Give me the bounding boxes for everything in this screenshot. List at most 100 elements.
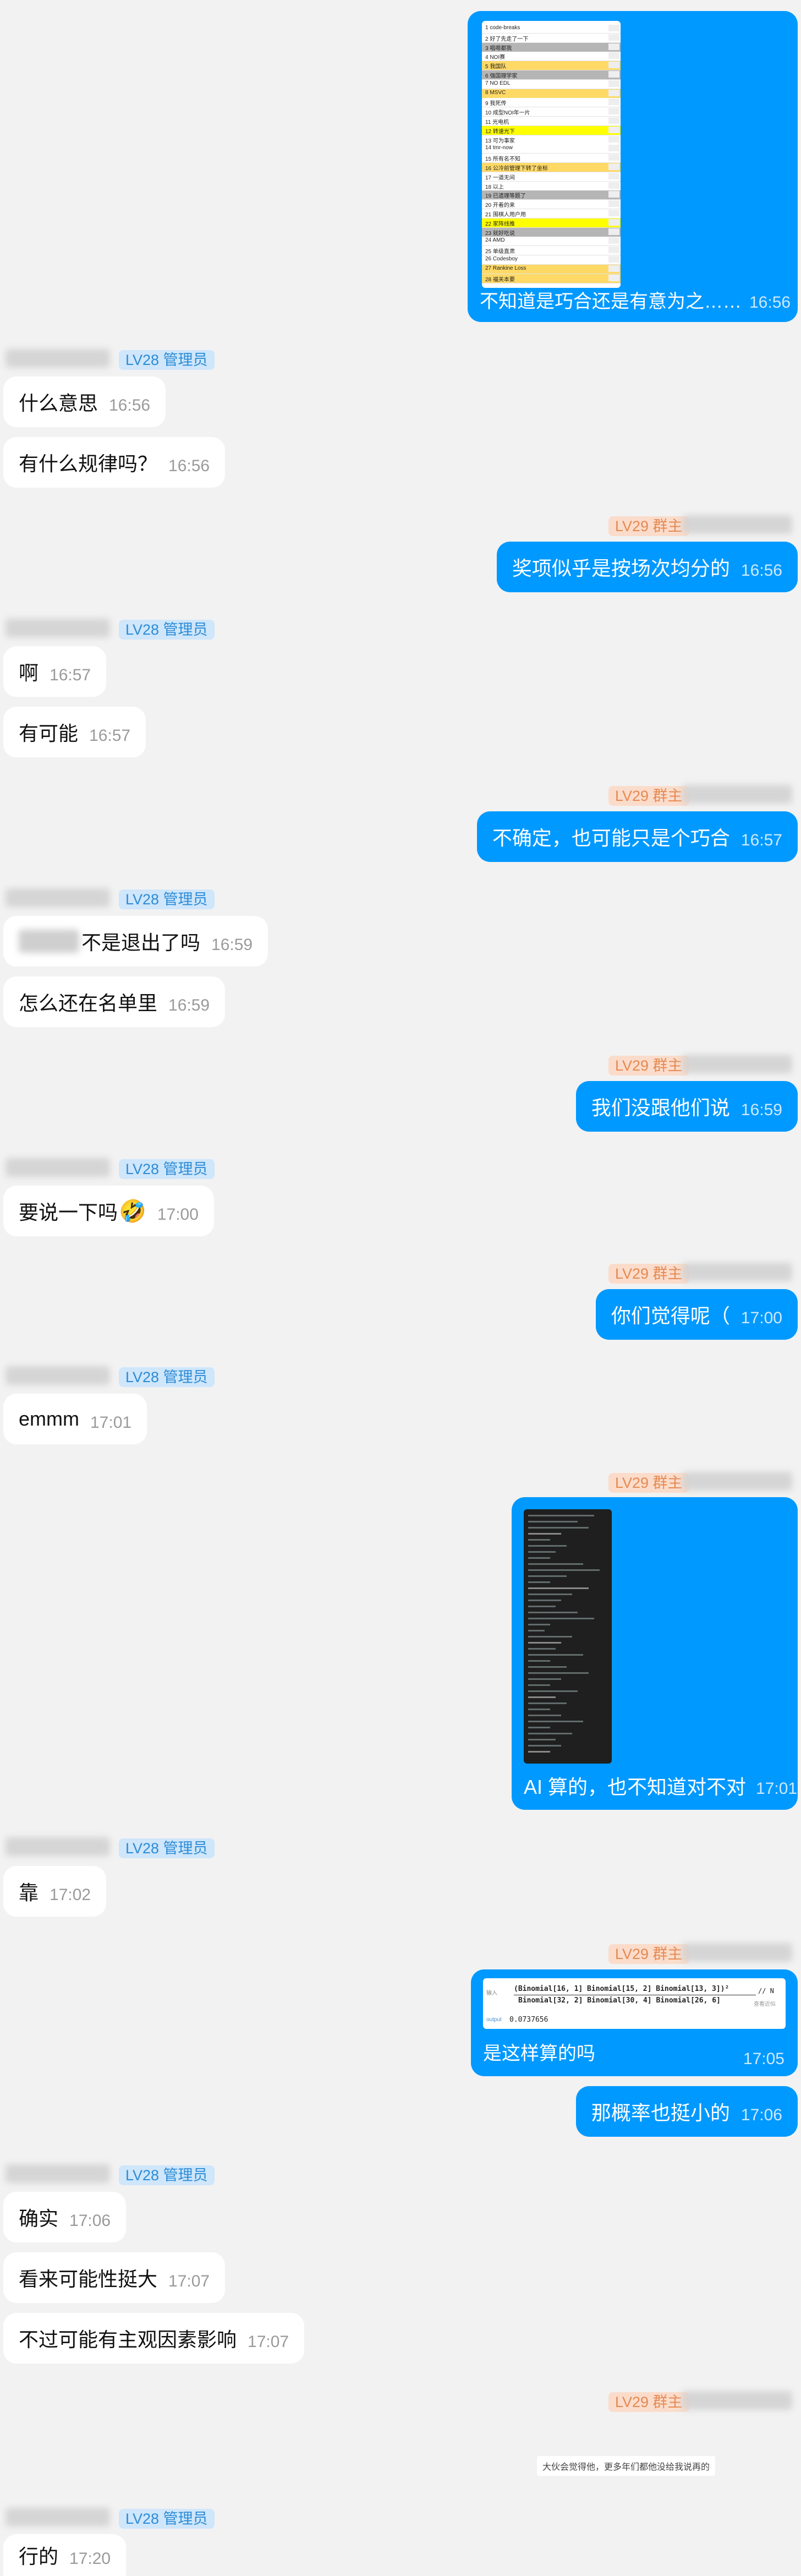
- spreadsheet-cell: 4 NOI赛: [485, 54, 506, 61]
- terminal-line: [528, 1521, 578, 1522]
- notice-text: 大伙会觉得他，更多年们都他没给我说再的: [542, 2463, 710, 2472]
- message-time: 17:01: [90, 1413, 132, 1432]
- terminal-line: [528, 1660, 550, 1662]
- message-time: 17:06: [740, 2106, 782, 2124]
- terminal-line: [528, 1533, 561, 1535]
- sender-name-blurred: [682, 2391, 792, 2410]
- terminal-line: [528, 1557, 550, 1559]
- role-badge-admin: LV28 管理员: [119, 620, 215, 640]
- notice-image[interactable]: 大伙会觉得他，更多年们都他没给我说再的: [537, 2456, 716, 2476]
- sender-name-blurred: [682, 1055, 792, 1073]
- message-bubble-out-image[interactable]: 输入 (Binomial[16, 1] Binomial[15, 2] Bino…: [471, 1969, 798, 2076]
- message-bubble-in[interactable]: 怎么还在名单里 16:59: [3, 976, 226, 1027]
- message-bubble-out-image[interactable]: AI 算的，也不知道对不对 17:01: [512, 1497, 798, 1810]
- message-bubble-in[interactable]: emmm 17:01: [3, 1394, 147, 1444]
- role-badge-admin: LV28 管理员: [119, 2165, 215, 2185]
- message-time: 16:56: [109, 396, 151, 414]
- role-badge-admin: LV28 管理员: [119, 1838, 215, 1858]
- terminal-line: [528, 1684, 550, 1686]
- role-badge-admin: LV28 管理员: [119, 2509, 215, 2529]
- message-bubble-in[interactable]: 不是退出了吗 16:59: [3, 916, 268, 967]
- spreadsheet-row: 5 我国队: [482, 61, 621, 71]
- message-bubble-out[interactable]: 你们觉得呢（ 17:00: [595, 1289, 798, 1340]
- spreadsheet-side-cell: [608, 108, 619, 115]
- sender-name-blurred: [6, 888, 110, 907]
- spreadsheet-cell: 10 成型NOI年一片: [485, 110, 530, 117]
- spreadsheet-row: 12 转速光下: [482, 125, 621, 135]
- terminal-line: [528, 1587, 589, 1589]
- sender-name-blurred: [6, 2164, 110, 2183]
- terminal-line: [528, 1666, 567, 1668]
- message-bubble-out[interactable]: 那概率也挺小的 17:06: [575, 2086, 798, 2137]
- message-bubble-in[interactable]: 有可能 16:57: [3, 707, 146, 757]
- terminal-line: [528, 1600, 561, 1601]
- spreadsheet-side-cell: [608, 80, 619, 87]
- terminal-line: [528, 1563, 583, 1565]
- spreadsheet-side-cell: [608, 99, 619, 106]
- formula-expr-line2: Binomial[32, 2] Binomial[30, 4] Binomial…: [518, 1996, 721, 2005]
- terminal-line: [528, 1715, 561, 1716]
- message-time: 16:56: [168, 457, 210, 475]
- spreadsheet-row: 17 一道无间: [482, 172, 621, 182]
- sender-name-blurred: [6, 2508, 110, 2526]
- spreadsheet-row: 15 所有名不知: [482, 154, 621, 163]
- ai-terminal-screenshot[interactable]: [524, 1509, 612, 1764]
- role-badge-owner: LV29 群主: [608, 516, 689, 536]
- sender-name-blurred: [682, 1943, 792, 1962]
- terminal-line: [528, 1672, 589, 1674]
- spreadsheet-cell: 7 NO EDL: [485, 80, 511, 86]
- message-text: 有可能: [19, 722, 79, 745]
- spreadsheet-side-cell: [608, 265, 619, 272]
- message-bubble-in[interactable]: 确实 17:06: [3, 2192, 127, 2242]
- message-bubble-in[interactable]: 不过可能有主观因素影响 17:07: [3, 2313, 305, 2364]
- message-bubble-in[interactable]: 啊 16:57: [3, 646, 107, 697]
- sender-name-blurred: [682, 785, 792, 804]
- spreadsheet-row: 21 围棋人用户用: [482, 209, 621, 219]
- terminal-line: [528, 1727, 550, 1728]
- terminal-line: [528, 1739, 556, 1740]
- message-text: 是这样算的吗: [483, 2043, 595, 2064]
- spreadsheet-screenshot[interactable]: 1 code-breaks 2 好了先走了一下 3 唱嗯都我 4 NOI赛 5 我国队 6…: [482, 21, 621, 288]
- spreadsheet-side-cell: [608, 256, 619, 263]
- message-bubble-in[interactable]: 靠 17:02: [3, 1866, 107, 1917]
- formula-side-note[interactable]: 查看近似: [754, 1999, 776, 2007]
- terminal-line: [528, 1606, 556, 1607]
- spreadsheet-row: 22 家阵线推: [482, 218, 621, 228]
- spreadsheet-cell: 14 tmr-now: [485, 145, 513, 151]
- message-text: 怎么还在名单里: [19, 992, 158, 1014]
- spreadsheet-cell: 3 唱嗯都我: [485, 45, 512, 52]
- spreadsheet-cell: 22 家阵线推: [485, 221, 515, 227]
- spreadsheet-cell: 8 MSVC: [485, 89, 506, 96]
- spreadsheet-row: 18 以上: [482, 181, 621, 191]
- message-bubble-in[interactable]: 行的 17:20: [3, 2534, 127, 2576]
- message-bubble-in[interactable]: 要说一下吗 🤣 17:00: [3, 1186, 214, 1236]
- spreadsheet-side-cell: [608, 71, 619, 78]
- message-text: emmm: [19, 1407, 79, 1430]
- terminal-line: [528, 1702, 567, 1704]
- message-time: 17:07: [248, 2333, 289, 2351]
- message-bubble-out[interactable]: 我们没跟他们说 16:59: [575, 1081, 798, 1132]
- message-bubble-out[interactable]: 奖项似乎是按场次均分的 16:56: [496, 542, 798, 592]
- spreadsheet-row: 25 单级直肃: [482, 246, 621, 256]
- spreadsheet-cell: 15 所有名不知: [485, 156, 520, 163]
- formula-screenshot[interactable]: 输入 (Binomial[16, 1] Binomial[15, 2] Bino…: [483, 1978, 786, 2029]
- spreadsheet-side-cell: [608, 247, 619, 254]
- spreadsheet-cell: 27 Rankine Loss: [485, 265, 526, 271]
- role-badge-owner: LV29 群主: [608, 1944, 689, 1964]
- role-badge-owner: LV29 群主: [608, 786, 689, 806]
- message-bubble-out-image[interactable]: 1 code-breaks 2 好了先走了一下 3 唱嗯都我 4 NOI赛 5 我国队 6…: [468, 11, 798, 322]
- terminal-lines: [524, 1509, 612, 1764]
- terminal-line: [528, 1539, 550, 1541]
- spreadsheet-side-cell: [608, 89, 619, 96]
- message-text: 不知道是巧合还是有意为之……: [480, 291, 742, 312]
- message-bubble-in[interactable]: 看来可能性挺大 17:07: [3, 2252, 226, 2303]
- spreadsheet-row: 3 唱嗯都我: [482, 42, 621, 52]
- message-bubble-in[interactable]: 有什么规律吗？ 16:56: [3, 437, 226, 488]
- spreadsheet-cell: 11 光电机: [485, 119, 509, 125]
- message-bubble-in[interactable]: 什么意思 16:56: [3, 376, 166, 427]
- spreadsheet-cell: 26 Codesboy: [485, 256, 518, 262]
- message-bubble-out[interactable]: 不确定，也可能只是个巧合 16:57: [476, 811, 798, 862]
- spreadsheet-side-cell: [608, 145, 619, 152]
- spreadsheet-row: 19 已遗理等题了: [482, 190, 621, 200]
- spreadsheet-row: 26 Codesboy: [482, 255, 621, 265]
